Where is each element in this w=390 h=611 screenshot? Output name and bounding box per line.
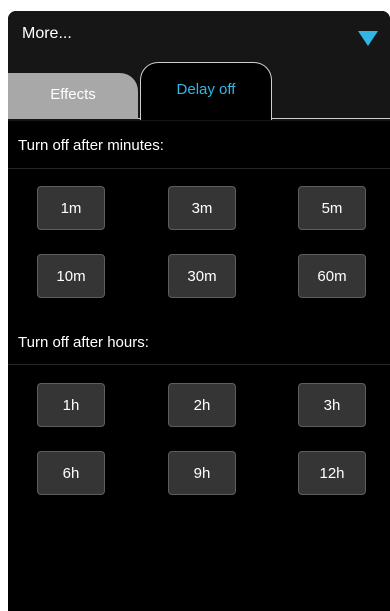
delay-12h-button[interactable]: 12h: [298, 451, 366, 495]
delay-3m-button[interactable]: 3m: [168, 186, 236, 230]
minutes-section-divider: [8, 168, 390, 169]
delay-10m-button[interactable]: 10m: [37, 254, 105, 298]
tab-bar: Effects Delay off: [8, 61, 390, 121]
triangle-down-icon[interactable]: [358, 31, 378, 46]
delay-9h-button[interactable]: 9h: [168, 451, 236, 495]
tab-delay-off[interactable]: Delay off: [140, 62, 272, 120]
tab-effects[interactable]: Effects: [8, 73, 138, 119]
delay-off-panel: More... Effects Delay off Turn off after…: [8, 11, 390, 611]
more-header[interactable]: More...: [8, 11, 390, 61]
delay-5m-button[interactable]: 5m: [298, 186, 366, 230]
minutes-section-label: Turn off after minutes:: [18, 137, 164, 154]
more-title: More...: [22, 25, 72, 42]
delay-2h-button[interactable]: 2h: [168, 383, 236, 427]
delay-3h-button[interactable]: 3h: [298, 383, 366, 427]
delay-60m-button[interactable]: 60m: [298, 254, 366, 298]
hours-section-label: Turn off after hours:: [18, 334, 149, 351]
delay-1m-button[interactable]: 1m: [37, 186, 105, 230]
delay-1h-button[interactable]: 1h: [37, 383, 105, 427]
delay-30m-button[interactable]: 30m: [168, 254, 236, 298]
hours-section-divider: [8, 364, 390, 365]
delay-6h-button[interactable]: 6h: [37, 451, 105, 495]
